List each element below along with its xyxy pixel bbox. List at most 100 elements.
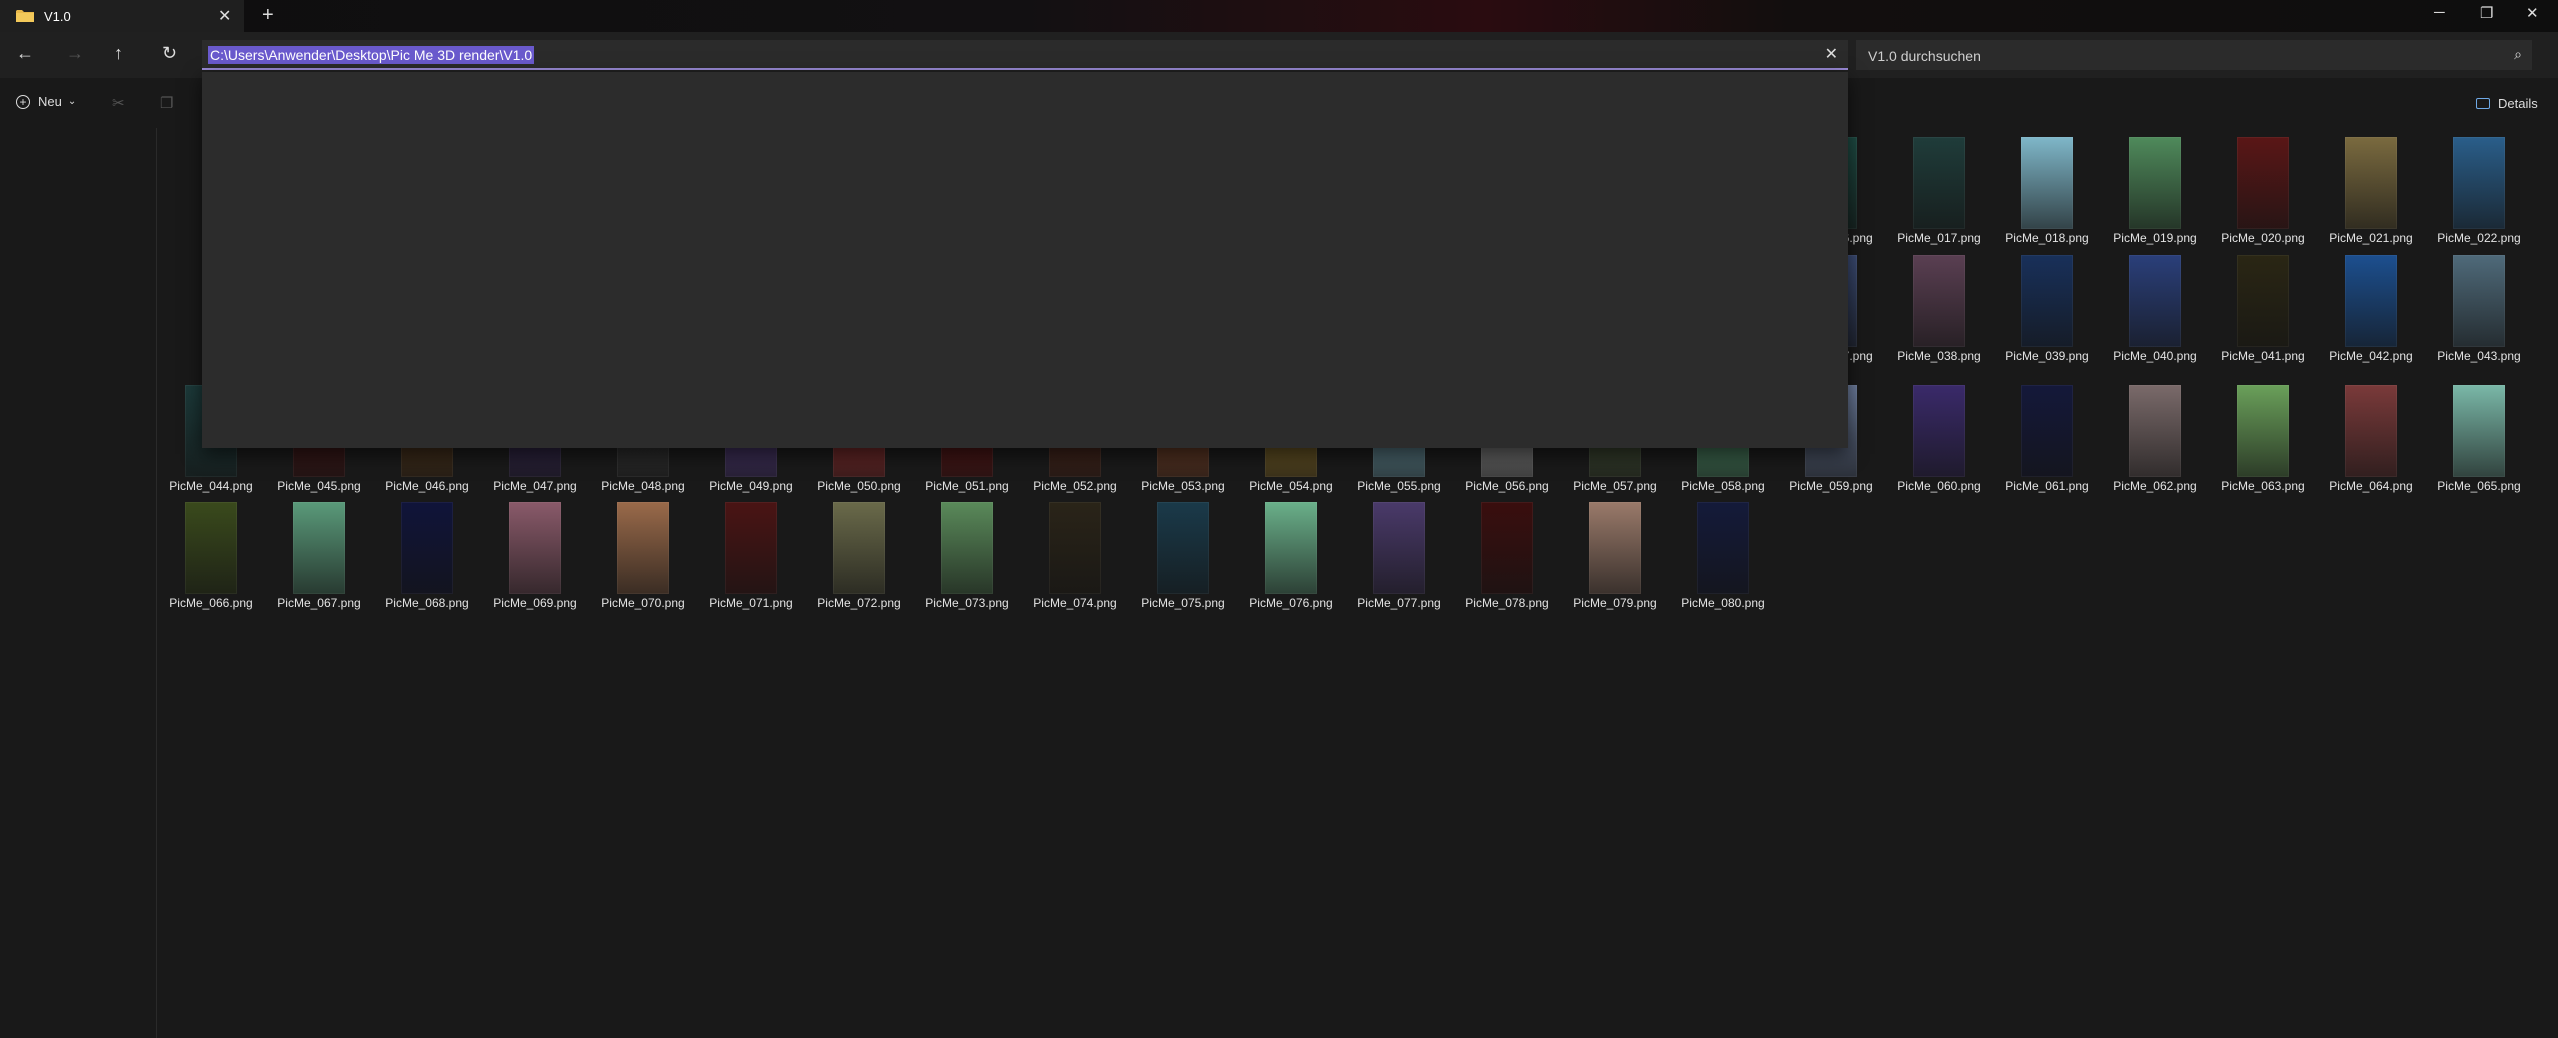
image-thumbnail — [617, 502, 669, 594]
file-item[interactable]: PicMe_068.png — [373, 493, 481, 610]
forward-icon[interactable]: → — [66, 43, 84, 64]
image-thumbnail — [293, 502, 345, 594]
file-item[interactable]: PicMe_060.png — [1885, 376, 1993, 493]
file-item[interactable]: PicMe_062.png — [2101, 376, 2209, 493]
file-name-label: PicMe_071.png — [709, 596, 793, 610]
file-item[interactable]: PicMe_069.png — [481, 493, 589, 610]
search-input[interactable] — [1866, 45, 2470, 67]
copy-icon[interactable]: ❐ — [160, 94, 173, 112]
file-name-label: PicMe_018.png — [2005, 231, 2089, 245]
file-name-label: PicMe_040.png — [2113, 349, 2197, 363]
image-thumbnail — [1913, 137, 1965, 229]
folder-icon — [16, 10, 34, 22]
file-name-label: PicMe_068.png — [385, 596, 469, 610]
tab-title: V1.0 — [44, 9, 71, 24]
file-name-label: PicMe_061.png — [2005, 479, 2089, 493]
file-item[interactable]: PicMe_042.png — [2317, 246, 2425, 363]
new-label: Neu — [38, 94, 62, 109]
file-name-label: PicMe_059.png — [1789, 479, 1873, 493]
file-name-label: PicMe_079.png — [1573, 596, 1657, 610]
navigation-pane — [0, 128, 157, 1038]
image-thumbnail — [2345, 385, 2397, 477]
file-item[interactable]: PicMe_021.png — [2317, 128, 2425, 245]
address-bar[interactable]: C:\Users\Anwender\Desktop\Pic Me 3D rend… — [202, 40, 1848, 70]
file-item[interactable]: PicMe_072.png — [805, 493, 913, 610]
plus-circle-icon: + — [16, 94, 30, 109]
image-thumbnail — [1697, 502, 1749, 594]
address-suggestions-dropdown — [202, 72, 1848, 448]
title-bar: V1.0 ✕ + ─ ❐ ✕ — [0, 0, 2558, 32]
file-item[interactable]: PicMe_063.png — [2209, 376, 2317, 493]
file-name-label: PicMe_077.png — [1357, 596, 1441, 610]
close-window-icon[interactable]: ✕ — [2526, 4, 2539, 22]
file-name-label: PicMe_046.png — [385, 479, 469, 493]
file-name-label: PicMe_019.png — [2113, 231, 2197, 245]
file-item[interactable]: PicMe_043.png — [2425, 246, 2533, 363]
maximize-icon[interactable]: ❐ — [2480, 4, 2493, 22]
cut-icon[interactable]: ✂ — [112, 94, 125, 112]
file-item[interactable]: PicMe_075.png — [1129, 493, 1237, 610]
image-thumbnail — [509, 502, 561, 594]
file-item[interactable]: PicMe_070.png — [589, 493, 697, 610]
file-name-label: PicMe_064.png — [2329, 479, 2413, 493]
search-icon[interactable]: ⌕ — [2514, 46, 2522, 63]
file-name-label: PicMe_055.png — [1357, 479, 1441, 493]
file-item[interactable]: PicMe_019.png — [2101, 128, 2209, 245]
image-thumbnail — [401, 502, 453, 594]
file-item[interactable]: PicMe_022.png — [2425, 128, 2533, 245]
details-label: Details — [2498, 96, 2538, 111]
file-item[interactable]: PicMe_076.png — [1237, 493, 1345, 610]
file-item[interactable]: PicMe_066.png — [157, 493, 265, 610]
file-item[interactable]: PicMe_020.png — [2209, 128, 2317, 245]
details-button[interactable]: Details — [2476, 96, 2538, 111]
file-item[interactable]: PicMe_077.png — [1345, 493, 1453, 610]
file-name-label: PicMe_039.png — [2005, 349, 2089, 363]
file-item[interactable]: PicMe_073.png — [913, 493, 1021, 610]
file-item[interactable]: PicMe_078.png — [1453, 493, 1561, 610]
file-item[interactable]: PicMe_065.png — [2425, 376, 2533, 493]
file-item[interactable]: PicMe_079.png — [1561, 493, 1669, 610]
search-box[interactable]: ⌕ — [1856, 40, 2532, 70]
clear-icon[interactable]: ✕ — [1825, 44, 1838, 64]
file-item[interactable]: PicMe_064.png — [2317, 376, 2425, 493]
tab-close-icon[interactable]: ✕ — [218, 6, 231, 26]
file-item[interactable]: PicMe_061.png — [1993, 376, 2101, 493]
file-item[interactable]: PicMe_040.png — [2101, 246, 2209, 363]
image-thumbnail — [1913, 385, 1965, 477]
new-tab-icon[interactable]: + — [262, 4, 274, 27]
image-thumbnail — [1481, 502, 1533, 594]
image-thumbnail — [2129, 137, 2181, 229]
file-item[interactable]: PicMe_017.png — [1885, 128, 1993, 245]
file-name-label: PicMe_048.png — [601, 479, 685, 493]
file-item[interactable]: PicMe_080.png — [1669, 493, 1777, 610]
file-item[interactable]: PicMe_071.png — [697, 493, 805, 610]
image-thumbnail — [1265, 502, 1317, 594]
file-item[interactable]: PicMe_039.png — [1993, 246, 2101, 363]
refresh-icon[interactable]: ↻ — [162, 43, 177, 64]
back-icon[interactable]: ← — [16, 43, 34, 64]
file-name-label: PicMe_069.png — [493, 596, 577, 610]
tab-v1[interactable]: V1.0 ✕ — [0, 0, 244, 32]
file-item[interactable]: PicMe_041.png — [2209, 246, 2317, 363]
file-name-label: PicMe_038.png — [1897, 349, 1981, 363]
image-thumbnail — [2453, 137, 2505, 229]
image-thumbnail — [1589, 502, 1641, 594]
minimize-icon[interactable]: ─ — [2434, 4, 2445, 21]
image-thumbnail — [2129, 385, 2181, 477]
file-item[interactable]: PicMe_018.png — [1993, 128, 2101, 245]
file-name-label: PicMe_058.png — [1681, 479, 1765, 493]
image-thumbnail — [2021, 255, 2073, 347]
address-path[interactable]: C:\Users\Anwender\Desktop\Pic Me 3D rend… — [208, 46, 535, 64]
image-thumbnail — [2345, 137, 2397, 229]
image-thumbnail — [185, 502, 237, 594]
file-item[interactable]: PicMe_038.png — [1885, 246, 1993, 363]
file-name-label: PicMe_053.png — [1141, 479, 1225, 493]
new-button[interactable]: + Neu ⌄ — [16, 94, 76, 109]
up-icon[interactable]: ↑ — [114, 43, 123, 64]
file-name-label: PicMe_076.png — [1249, 596, 1333, 610]
file-item[interactable]: PicMe_074.png — [1021, 493, 1129, 610]
file-item[interactable]: PicMe_067.png — [265, 493, 373, 610]
file-name-label: PicMe_017.png — [1897, 231, 1981, 245]
file-name-label: PicMe_062.png — [2113, 479, 2197, 493]
file-name-label: PicMe_020.png — [2221, 231, 2305, 245]
